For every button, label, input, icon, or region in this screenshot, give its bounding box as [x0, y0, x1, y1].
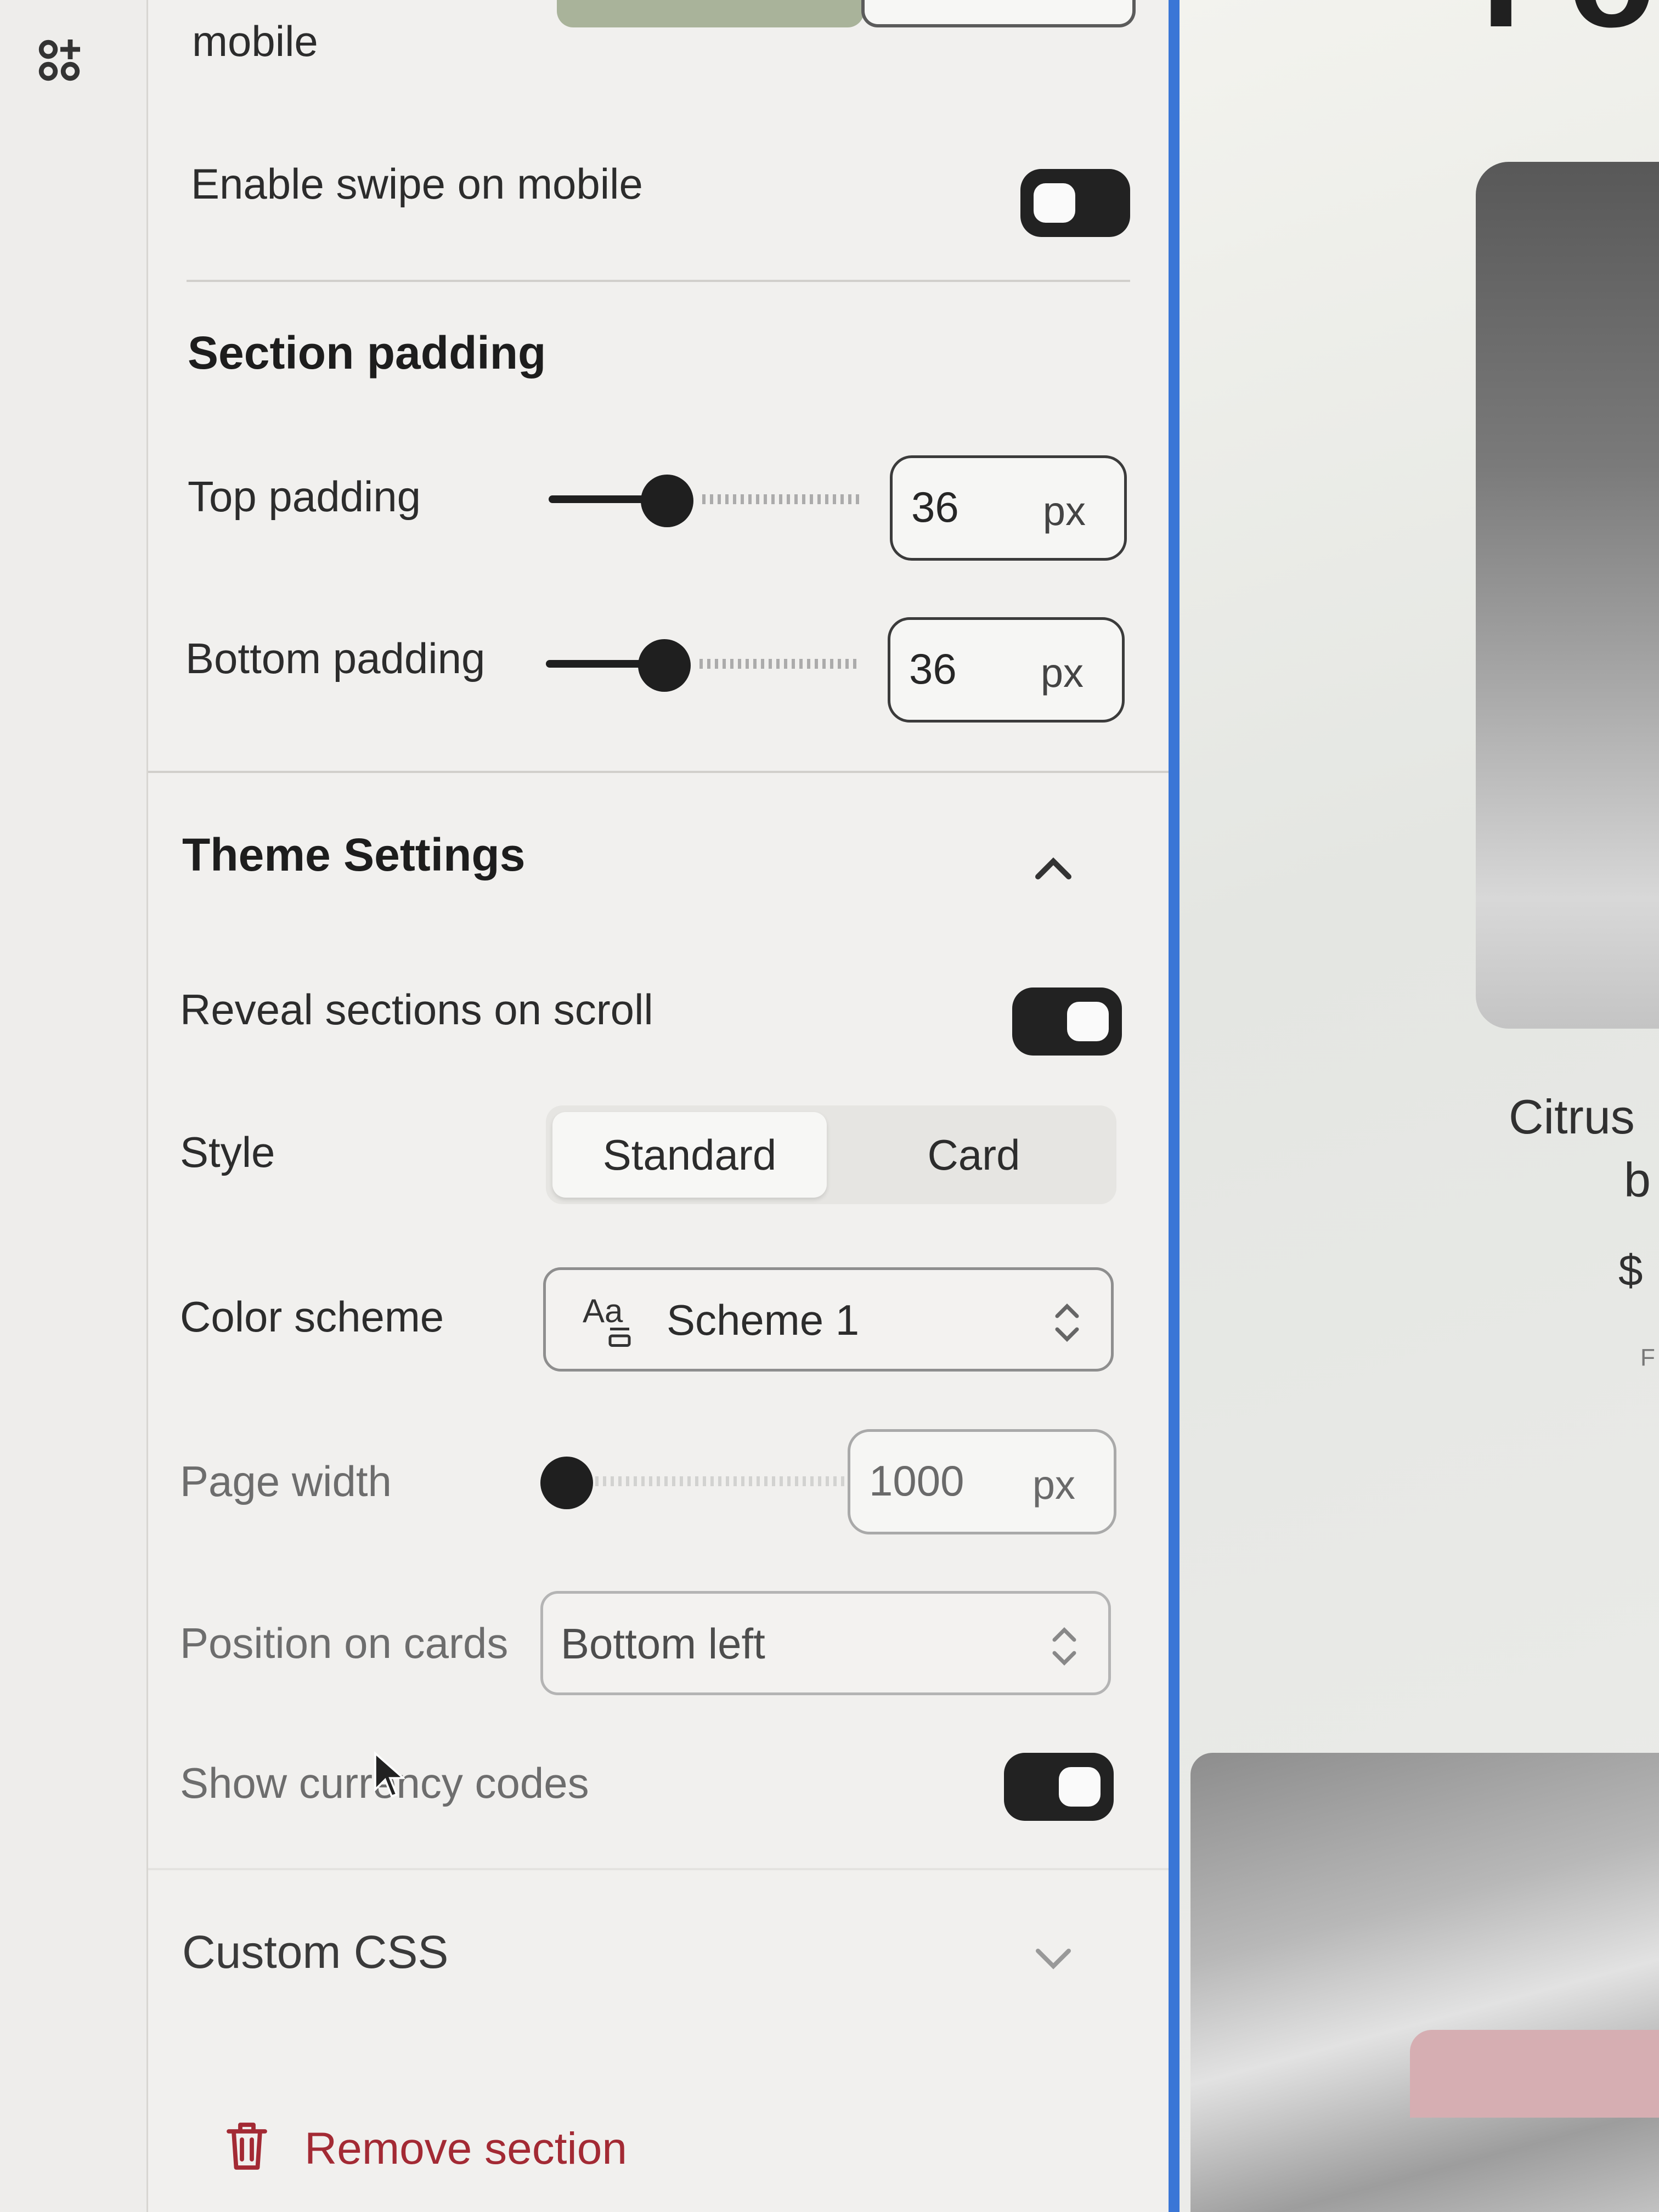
left-rail — [0, 0, 148, 2212]
chevron-down-icon[interactable] — [1031, 1942, 1075, 1975]
toggle-knob — [1059, 1767, 1101, 1807]
slider-thumb[interactable] — [641, 475, 693, 527]
product-price: $ — [1618, 1246, 1643, 1295]
top-padding-slider[interactable] — [549, 475, 867, 527]
section-divider — [148, 771, 1169, 773]
page-width-label: Page width — [180, 1457, 392, 1505]
page-width-input[interactable]: 1000 px — [848, 1429, 1116, 1534]
trash-icon[interactable] — [222, 2118, 272, 2175]
section-padding-heading: Section padding — [188, 327, 546, 379]
chevron-up-down-icon — [1052, 1627, 1076, 1666]
chevron-up-icon[interactable] — [1031, 850, 1075, 883]
bottom-padding-label: Bottom padding — [185, 634, 486, 682]
top-padding-value[interactable]: 36 — [911, 482, 959, 532]
color-scheme-value: Scheme 1 — [667, 1296, 860, 1344]
style-segmented-control[interactable]: Standard Card — [546, 1105, 1116, 1204]
settings-panel: mobile Enable swipe on mobile Section pa… — [148, 0, 1169, 2212]
style-card-option[interactable]: Card — [837, 1112, 1111, 1198]
enable-swipe-label: Enable swipe on mobile — [191, 160, 643, 208]
position-on-cards-select[interactable]: Bottom left — [540, 1591, 1111, 1695]
style-label: Style — [180, 1128, 275, 1176]
divider — [187, 280, 1130, 282]
color-scheme-label: Color scheme — [180, 1293, 444, 1341]
product-title[interactable]: Citrus — [1509, 1089, 1635, 1145]
unit-label: px — [1042, 488, 1086, 534]
toggle-knob — [1067, 1002, 1109, 1041]
slider-thumb[interactable] — [638, 639, 691, 692]
unit-label: px — [1040, 650, 1084, 696]
bottom-padding-slider[interactable] — [546, 639, 864, 692]
toggle-knob — [1034, 183, 1075, 223]
mobile-label: mobile — [192, 17, 318, 65]
section-divider — [148, 1868, 1169, 1870]
product-title-continued[interactable]: b — [1624, 1152, 1651, 1208]
apps-plus-icon[interactable] — [35, 34, 88, 87]
slider-thumb[interactable] — [540, 1457, 593, 1509]
color-scheme-select[interactable]: Aa Scheme 1 — [543, 1267, 1114, 1372]
page-width-slider[interactable] — [540, 1457, 864, 1509]
position-on-cards-value: Bottom left — [561, 1620, 765, 1668]
mouse-cursor-icon — [374, 1751, 405, 1798]
chevron-up-down-icon — [1055, 1304, 1079, 1342]
partial-slider-field[interactable] — [557, 0, 864, 27]
reveal-sections-label: Reveal sections on scroll — [180, 985, 653, 1034]
bottom-padding-value[interactable]: 36 — [909, 644, 957, 694]
top-padding-input[interactable]: 36 px — [890, 455, 1127, 561]
show-currency-codes-toggle[interactable] — [1004, 1753, 1114, 1821]
product-image[interactable] — [1476, 162, 1659, 1029]
preview-heading: Fo — [1481, 0, 1656, 60]
page-width-value[interactable]: 1000 — [869, 1456, 964, 1506]
theme-settings-heading[interactable]: Theme Settings — [182, 828, 525, 882]
product-image[interactable] — [1190, 1753, 1659, 2212]
partial-input-field[interactable] — [861, 0, 1136, 27]
top-padding-label: Top padding — [188, 472, 421, 521]
store-preview[interactable]: Fo Citrus b $ F — [1180, 0, 1659, 2212]
enable-swipe-toggle[interactable] — [1020, 169, 1130, 237]
bottom-padding-input[interactable]: 36 px — [888, 617, 1125, 723]
color-scheme-icon: Aa — [583, 1293, 631, 1347]
position-on-cards-label: Position on cards — [180, 1619, 509, 1667]
preview-frame-border — [1169, 0, 1180, 2212]
style-standard-option[interactable]: Standard — [552, 1112, 827, 1198]
remove-section-button[interactable]: Remove section — [304, 2123, 627, 2175]
product-jar-image — [1410, 2030, 1659, 2118]
unit-label: px — [1032, 1462, 1075, 1508]
svg-text:Aa: Aa — [583, 1293, 623, 1329]
product-note: F — [1640, 1344, 1655, 1371]
custom-css-heading[interactable]: Custom CSS — [182, 1926, 448, 1979]
reveal-sections-toggle[interactable] — [1012, 988, 1122, 1056]
